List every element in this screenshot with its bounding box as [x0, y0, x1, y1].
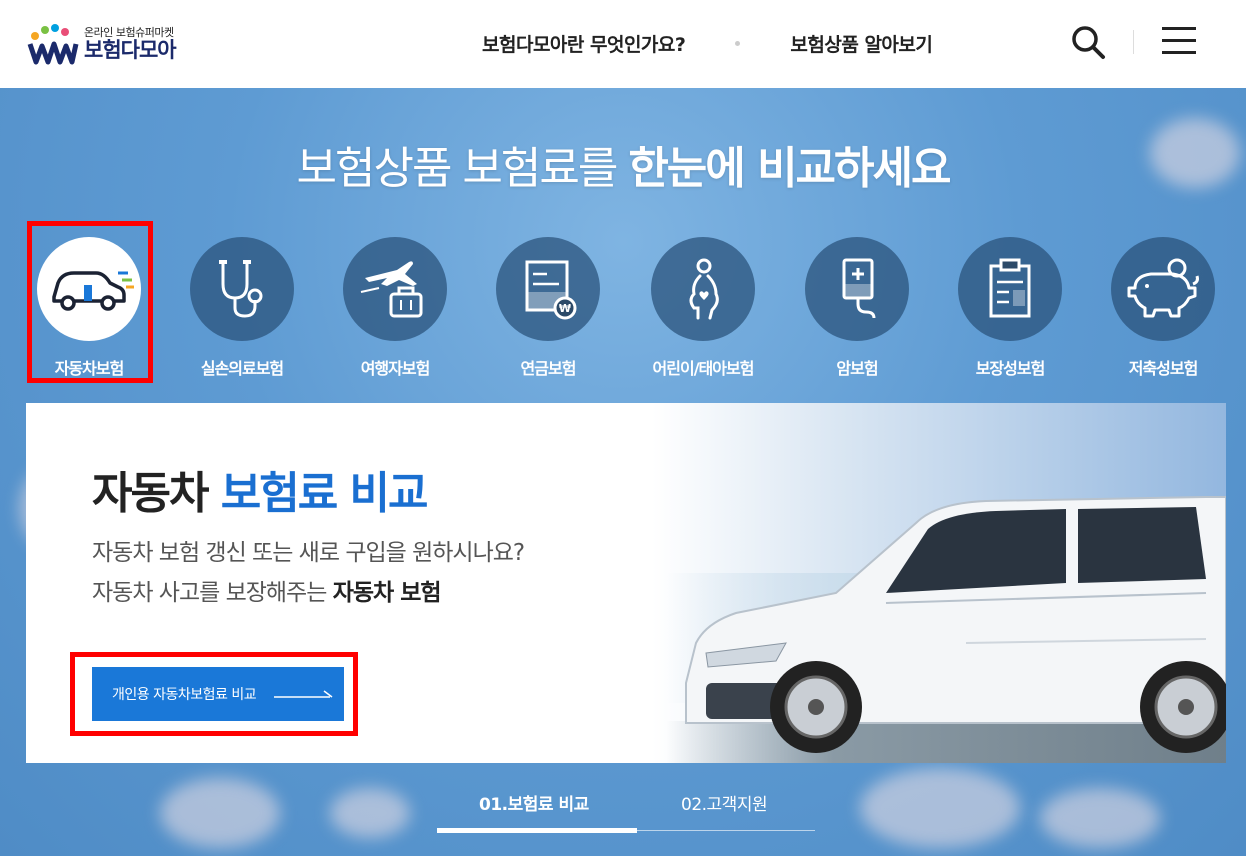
- airplane-luggage-icon: [360, 261, 423, 318]
- tab-premium-compare[interactable]: 01.보험료 비교: [479, 790, 589, 815]
- tab-active-indicator: [437, 828, 637, 833]
- nav-separator: [735, 41, 741, 46]
- category-label: 연금보험: [520, 359, 577, 378]
- search-icon[interactable]: [1070, 24, 1106, 60]
- iv-bag-icon: [842, 258, 876, 319]
- highlight-cta-button: [70, 652, 358, 736]
- pension-document-icon: ₩: [525, 260, 577, 320]
- header-divider: [1133, 30, 1134, 54]
- hamburger-menu-icon[interactable]: [1162, 27, 1196, 57]
- panel-title: 자동차 보험료 비교: [92, 468, 428, 519]
- bottom-tabs: 01.보험료 비교 02.고객지원: [437, 790, 815, 834]
- category-cancer-insurance[interactable]: 암보험: [805, 237, 909, 379]
- logo-title: 보험다모아: [84, 38, 177, 62]
- highlight-car-category: [27, 221, 153, 383]
- category-medical-insurance[interactable]: 실손의료보험: [190, 237, 294, 379]
- nav-products[interactable]: 보험상품 알아보기: [790, 30, 932, 57]
- logo-subtitle: 온라인 보험슈퍼마켓: [84, 26, 174, 39]
- header: 온라인 보험슈퍼마켓 보험다모아 보험다모아란 무엇인가요? 보험상품 알아보기: [0, 0, 1246, 88]
- stethoscope-icon: [219, 260, 263, 318]
- category-label: 어린이/태아보험: [652, 359, 755, 378]
- category-label: 실손의료보험: [200, 359, 284, 378]
- hero-title: 보험상품 보험료를 한눈에 비교하세요: [296, 143, 952, 194]
- category-label: 여행자보험: [360, 359, 431, 378]
- car-image: [685, 496, 1226, 753]
- category-pension-insurance[interactable]: ₩ 연금보험: [496, 237, 600, 379]
- main-nav: 보험다모아란 무엇인가요? 보험상품 알아보기: [482, 30, 933, 57]
- category-label: 암보험: [836, 359, 878, 378]
- category-label: 보장성보험: [975, 359, 1046, 378]
- logo-people-icon: [27, 24, 79, 65]
- panel-description: 자동차 보험 갱신 또는 새로 구입을 원하시나요? 자동차 사고를 보장해주는…: [92, 540, 525, 606]
- pregnant-icon: [689, 258, 719, 320]
- clipboard-icon: [989, 258, 1031, 318]
- nav-about[interactable]: 보험다모아란 무엇인가요?: [482, 30, 686, 57]
- category-travel-insurance[interactable]: 여행자보험: [343, 237, 447, 379]
- category-child-insurance[interactable]: 어린이/태아보험: [651, 237, 755, 379]
- category-label: 저축성보험: [1128, 359, 1199, 378]
- piggy-bank-icon: [1127, 258, 1199, 318]
- logo[interactable]: 온라인 보험슈퍼마켓 보험다모아: [26, 20, 226, 68]
- tab-customer-support[interactable]: 02.고객지원: [681, 790, 768, 815]
- svg-text:₩: ₩: [559, 302, 571, 315]
- category-savings-insurance[interactable]: 저축성보험: [1111, 237, 1215, 379]
- category-protection-insurance[interactable]: 보장성보험: [958, 237, 1062, 379]
